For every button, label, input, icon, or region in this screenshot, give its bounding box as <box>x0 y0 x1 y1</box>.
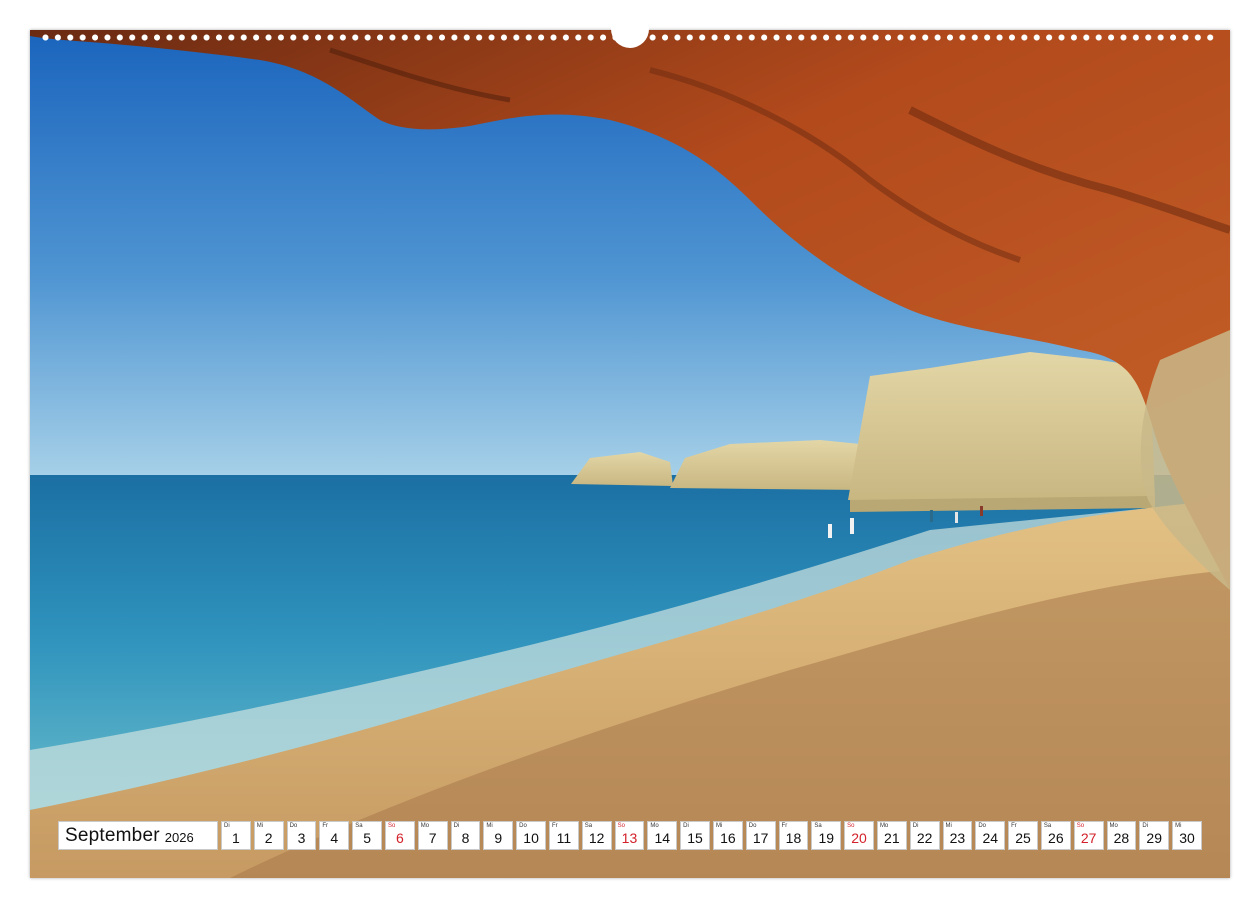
day-cell: Mi 23 <box>942 821 973 850</box>
weekday-label: Sa <box>355 823 363 829</box>
day-cell: Sa 5 <box>352 821 382 850</box>
weekday-label: Di <box>224 823 230 829</box>
weekday-label: Fr <box>781 823 788 829</box>
day-cell: Sa 12 <box>581 821 612 850</box>
weekday-label: Do <box>978 823 986 829</box>
day-cell: So 27 <box>1073 821 1104 850</box>
day-number: 25 <box>1015 830 1031 846</box>
day-number: 24 <box>982 830 999 846</box>
day-number: 6 <box>395 830 404 846</box>
day-cell: Di 15 <box>680 821 710 850</box>
calendar-photo <box>30 30 1230 878</box>
day-cell: Do 3 <box>286 821 317 850</box>
day-number: 7 <box>428 830 437 846</box>
day-number: 8 <box>461 830 470 846</box>
calendar-strip: September 2026 Di 1 Mi 2 Do 3 Fr 4 Sa 5 So 6 Mo 7 Di 8 M… <box>58 821 1202 850</box>
weekday-label: Mi <box>945 823 952 829</box>
day-cell: Mi 9 <box>483 821 514 850</box>
day-cell: Mi 30 <box>1172 821 1202 850</box>
day-cell: Mo 28 <box>1106 821 1137 850</box>
weekday-label: Di <box>453 823 460 829</box>
day-cell: So 20 <box>844 821 874 850</box>
day-cell: Di 8 <box>450 821 481 850</box>
day-cell: Fr 11 <box>548 821 579 850</box>
day-number: 9 <box>494 830 503 846</box>
weekday-label: Mo <box>879 823 889 829</box>
weekday-label: Mi <box>1175 823 1182 829</box>
day-cell: Sa 19 <box>811 821 842 850</box>
weekday-label: Mi <box>256 823 264 829</box>
day-cell: So 6 <box>384 821 415 850</box>
weekday-label: Sa <box>584 823 593 829</box>
weekday-label: Mo <box>420 823 430 829</box>
month-year: 2026 <box>164 830 194 845</box>
day-number: 23 <box>949 830 966 846</box>
day-cell: Mi 2 <box>253 821 284 850</box>
day-cell: Fr 4 <box>319 821 350 850</box>
day-number: 1 <box>232 830 240 846</box>
weekday-label: Fr <box>1011 823 1017 829</box>
weekday-label: So <box>387 823 396 829</box>
day-number: 5 <box>363 830 371 846</box>
weekday-label: Fr <box>322 823 329 829</box>
day-number: 30 <box>1179 830 1195 846</box>
weekday-label: Sa <box>1043 823 1052 829</box>
weekday-label: Di <box>912 823 919 829</box>
day-cell: Mi 16 <box>712 821 743 850</box>
day-number: 20 <box>851 830 867 846</box>
weekday-label: Mo <box>650 823 659 829</box>
day-cell: Sa 26 <box>1040 821 1071 850</box>
day-number: 11 <box>556 830 572 846</box>
weekday-label: Sa <box>814 823 822 829</box>
day-number: 18 <box>785 830 802 846</box>
day-cell: Di 29 <box>1139 821 1170 850</box>
day-cell: Mo 21 <box>876 821 907 850</box>
day-number: 28 <box>1113 830 1130 846</box>
weekday-label: Di <box>683 823 689 829</box>
day-cell: Mo 7 <box>417 821 448 850</box>
day-cell: Mo 14 <box>647 821 678 850</box>
day-number: 19 <box>818 830 835 846</box>
day-number: 2 <box>264 830 273 846</box>
day-number: 22 <box>916 830 933 846</box>
weekday-label: Mo <box>1109 823 1118 829</box>
day-number: 12 <box>588 830 605 846</box>
day-number: 10 <box>523 830 539 846</box>
weekday-label: Do <box>289 823 298 829</box>
day-cell: Do 24 <box>975 821 1006 850</box>
month-label: September 2026 <box>58 821 218 850</box>
day-number: 17 <box>752 830 769 846</box>
day-cell: Di 22 <box>909 821 940 850</box>
day-number: 14 <box>654 830 671 846</box>
weekday-label: So <box>617 823 625 829</box>
day-cell: Fr 18 <box>778 821 809 850</box>
day-cell: Fr 25 <box>1008 821 1038 850</box>
day-cell: Di 1 <box>221 821 251 850</box>
weekday-label: Fr <box>551 823 558 829</box>
weekday-label: Mi <box>715 823 723 829</box>
day-cell: So 13 <box>614 821 645 850</box>
weekday-label: Di <box>1142 823 1148 829</box>
day-number: 13 <box>621 830 638 846</box>
day-number: 27 <box>1080 830 1097 846</box>
day-number: 16 <box>720 830 736 846</box>
day-number: 4 <box>330 830 339 846</box>
day-cell: Do 10 <box>516 821 546 850</box>
weekday-label: So <box>1076 823 1085 829</box>
month-name: September <box>65 824 160 846</box>
day-cell: Do 17 <box>745 821 776 850</box>
weekday-label: Do <box>748 823 757 829</box>
day-number: 15 <box>687 830 703 846</box>
day-number: 21 <box>884 830 900 846</box>
weekday-label: Do <box>519 823 527 829</box>
weekday-label: So <box>847 823 855 829</box>
day-number: 26 <box>1048 830 1064 846</box>
weekday-label: Mi <box>486 823 493 829</box>
beach-cave-photo <box>30 30 1230 878</box>
day-number: 3 <box>297 830 306 846</box>
day-number: 29 <box>1146 830 1162 846</box>
